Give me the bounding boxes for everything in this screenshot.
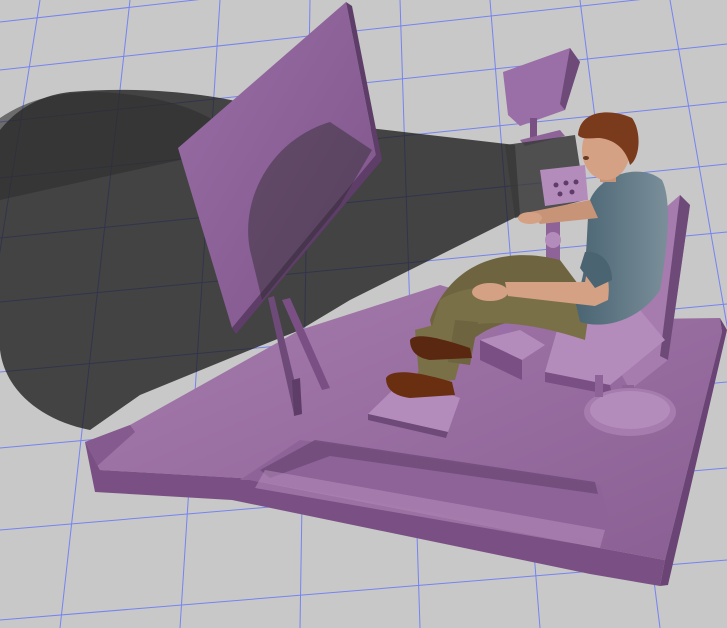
small-monitor <box>503 48 580 146</box>
3d-viewport <box>0 0 727 628</box>
workstation-scene <box>0 0 727 628</box>
control-console <box>505 135 588 260</box>
